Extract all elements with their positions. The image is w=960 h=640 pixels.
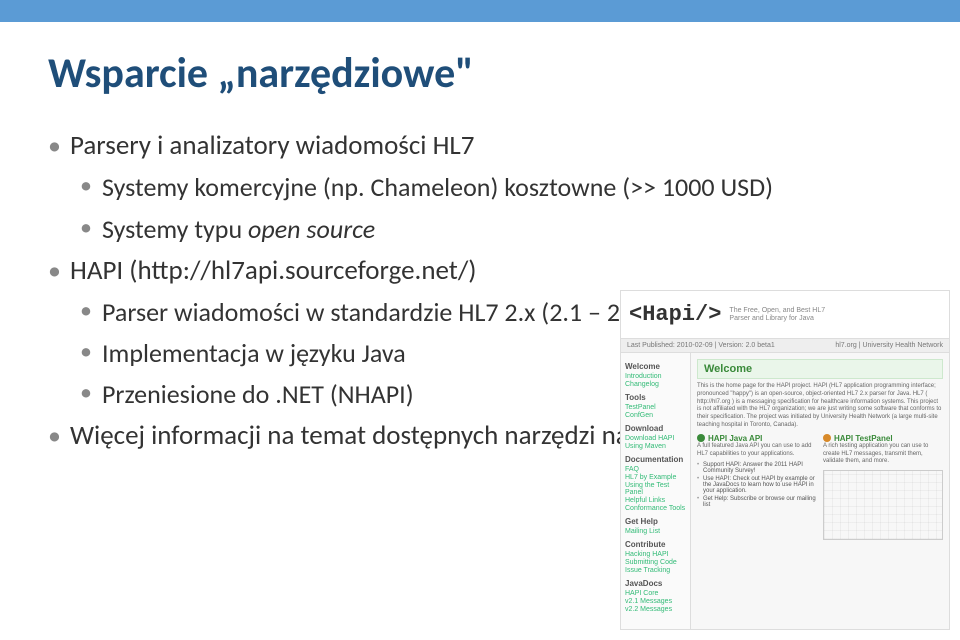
site-tagline: The Free, Open, and Best HL7 Parser and … [729, 307, 825, 322]
sidebar-item: Hacking HAPI [625, 551, 686, 558]
sidebar-heading: Welcome [625, 362, 686, 371]
column-heading: HAPI TestPanel [823, 434, 943, 443]
column-testpanel: HAPI TestPanel A rich testing applicatio… [823, 434, 943, 540]
column-bullet: Support HAPI: Answer the 2011 HAPI Commu… [703, 462, 817, 474]
site-infobar: Last Published: 2010-02-09 | Version: 2.… [621, 339, 949, 353]
sidebar-item: Changelog [625, 381, 686, 388]
sidebar-item: Issue Tracking [625, 567, 686, 574]
sidebar-item: v2.2 Messages [625, 606, 686, 613]
site-header: <Hapi/> The Free, Open, and Best HL7 Par… [621, 291, 949, 339]
bullet-text-italic: open source [248, 213, 375, 245]
col-h-text: HAPI TestPanel [834, 434, 893, 443]
dot-icon [697, 434, 705, 442]
sidebar-item: v2.1 Messages [625, 598, 686, 605]
hapi-website-screenshot: <Hapi/> The Free, Open, and Best HL7 Par… [620, 290, 950, 630]
sidebar-item: Download HAPI [625, 435, 686, 442]
sidebar-item: ConfGen [625, 412, 686, 419]
sidebar-item: TestPanel [625, 404, 686, 411]
bullet-lv1: Parsery i analizatory wiadomości HL7 [48, 128, 936, 164]
bullet-text: Systemy typu [102, 213, 248, 245]
welcome-paragraph: This is the home page for the HAPI proje… [697, 383, 943, 430]
sidebar-item: Mailing List [625, 528, 686, 535]
columns: HAPI Java API A full featured Java API y… [697, 434, 943, 540]
sidebar-item: Using Maven [625, 443, 686, 450]
column-para: A full featured Java API you can use to … [697, 443, 817, 459]
infobar-left: Last Published: 2010-02-09 | Version: 2.… [627, 342, 775, 349]
col-h-text: HAPI Java API [708, 434, 762, 443]
color-stripe [0, 0, 960, 22]
sidebar-item: Using the Test Panel [625, 482, 686, 496]
site-logo: <Hapi/> [629, 302, 721, 327]
sidebar-heading: Download [625, 424, 686, 433]
sidebar-heading: Tools [625, 393, 686, 402]
column-heading: HAPI Java API [697, 434, 817, 443]
sidebar-item: HL7 by Example [625, 474, 686, 481]
dot-icon [823, 434, 831, 442]
column-api: HAPI Java API A full featured Java API y… [697, 434, 817, 540]
sidebar-heading: Get Help [625, 517, 686, 526]
slide: Wsparcie „narzędziowe" Parsery i analiza… [0, 0, 960, 640]
sidebar-heading: JavaDocs [625, 579, 686, 588]
site-body: Welcome Introduction Changelog Tools Tes… [621, 353, 949, 629]
sidebar-item: FAQ [625, 466, 686, 473]
sidebar-item: Submitting Code [625, 559, 686, 566]
slide-title: Wsparcie „narzędziowe" [48, 48, 474, 99]
bullet-lv2: Systemy typu open source [48, 212, 936, 247]
sidebar-item: HAPI Core [625, 590, 686, 597]
bullet-lv2: Systemy komercyjne (np. Chameleon) koszt… [48, 170, 936, 205]
infobar-right: hl7.org | University Health Network [835, 342, 943, 349]
sidebar-heading: Contribute [625, 540, 686, 549]
sidebar-item: Introduction [625, 373, 686, 380]
sidebar-item: Conformance Tools [625, 505, 686, 512]
column-para: A rich testing application you can use t… [823, 443, 943, 466]
column-bullet: Use HAPI: Check out HAPI by example or t… [703, 476, 817, 494]
testpanel-screenshot [823, 470, 943, 540]
main-content: Welcome This is the home page for the HA… [691, 353, 949, 629]
sidebar-item: Helpful Links [625, 497, 686, 504]
welcome-heading: Welcome [697, 359, 943, 379]
sidebar-heading: Documentation [625, 455, 686, 464]
tagline-line: The Free, Open, and Best HL7 [729, 307, 825, 315]
sidebar: Welcome Introduction Changelog Tools Tes… [621, 353, 691, 629]
bullet-lv1: HAPI (http://hl7api.sourceforge.net/) [48, 253, 936, 289]
column-bullet: Get Help: Subscribe or browse our mailin… [703, 496, 817, 508]
tagline-line: Parser and Library for Java [729, 315, 825, 323]
